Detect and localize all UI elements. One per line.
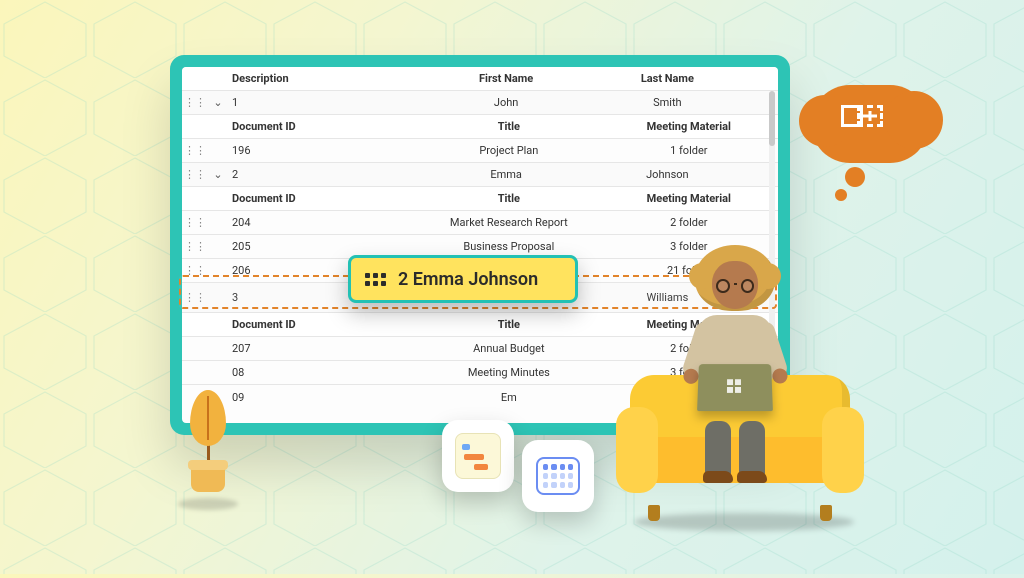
- scrollbar-thumb[interactable]: [769, 91, 775, 146]
- group-index: 2: [228, 168, 426, 181]
- laptop-icon: [697, 364, 773, 411]
- cell-material: 1 folder: [620, 144, 778, 157]
- col-description[interactable]: Description: [228, 72, 426, 85]
- sub-header-row: Document ID Title Meeting Material: [182, 187, 778, 211]
- plant-decoration: [178, 390, 238, 510]
- group-last-name: Johnson: [587, 168, 778, 181]
- col-title[interactable]: Title: [398, 120, 619, 133]
- drag-handle-icon[interactable]: ⋮⋮: [182, 96, 208, 109]
- chevron-down-icon[interactable]: ⌄: [208, 168, 228, 181]
- sub-header-row: Document ID Title Meeting Material: [182, 115, 778, 139]
- group-first-name: John: [426, 96, 587, 109]
- data-row[interactable]: ⋮⋮ 204 Market Research Report 2 folder: [182, 211, 778, 235]
- group-row[interactable]: ⋮⋮ ⌄ 1 John Smith: [182, 91, 778, 115]
- cell-title: Project Plan: [398, 144, 619, 157]
- group-row[interactable]: ⋮⋮ ⌄ 2 Emma Johnson: [182, 163, 778, 187]
- add-copy-icon: [841, 105, 899, 143]
- drag-preview-card[interactable]: 2 Emma Johnson: [348, 255, 578, 303]
- drag-handle-icon[interactable]: ⋮⋮: [182, 216, 208, 229]
- grid-header-row: Description First Name Last Name: [182, 67, 778, 91]
- drag-handle-icon[interactable]: ⋮⋮: [182, 144, 208, 157]
- col-first-name[interactable]: First Name: [426, 72, 587, 85]
- drag-handle-icon[interactable]: ⋮⋮: [182, 264, 208, 277]
- person-decoration: [670, 245, 800, 475]
- table-icon-tile: [522, 440, 594, 512]
- col-last-name[interactable]: Last Name: [587, 72, 778, 85]
- cell-doc-id: 196: [208, 144, 398, 157]
- col-material[interactable]: Meeting Material: [620, 120, 778, 133]
- grip-icon: [365, 273, 386, 286]
- col-doc-id[interactable]: Document ID: [208, 120, 398, 133]
- drag-handle-icon[interactable]: ⋮⋮: [182, 240, 208, 253]
- gantt-icon-tile: [442, 420, 514, 492]
- drag-card-text: 2 Emma Johnson: [398, 269, 538, 290]
- drag-handle-icon[interactable]: ⋮⋮: [182, 168, 208, 181]
- drag-handle-icon[interactable]: ⋮⋮: [182, 291, 208, 304]
- group-first-name: Emma: [426, 168, 587, 181]
- group-last-name: Smith: [587, 96, 778, 109]
- group-index: 1: [228, 96, 426, 109]
- thought-bubble: [805, 85, 935, 195]
- data-row[interactable]: ⋮⋮ 196 Project Plan 1 folder: [182, 139, 778, 163]
- chevron-down-icon[interactable]: ⌄: [208, 96, 228, 109]
